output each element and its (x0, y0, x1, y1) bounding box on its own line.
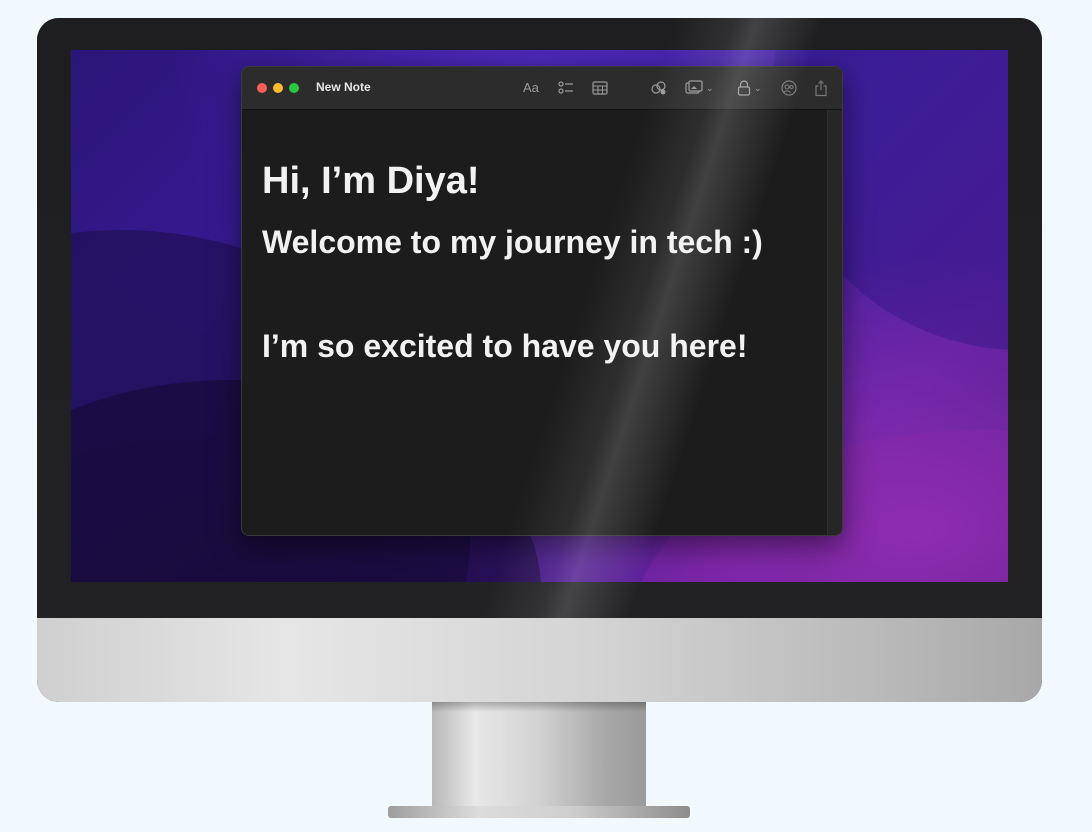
monitor-stand (432, 702, 646, 810)
collaborate-button[interactable] (780, 79, 798, 97)
media-button[interactable]: ⌄ (685, 79, 714, 97)
share-button[interactable] (814, 79, 828, 97)
table-icon (592, 81, 608, 95)
window-titlebar: New Note Aa ⌄ ⌄ (242, 67, 842, 110)
notes-window: New Note Aa ⌄ ⌄ Hi, I’m Diya! Welcome to… (241, 66, 843, 536)
collaborate-icon (781, 80, 797, 96)
note-line: Welcome to my journey in tech :) (262, 224, 763, 260)
monitor-chin (37, 618, 1042, 702)
lock-button[interactable]: ⌄ (737, 79, 762, 97)
checklist-button[interactable] (558, 79, 574, 97)
stand-shadow (432, 702, 646, 712)
window-title: New Note (316, 80, 371, 94)
minimize-window-button[interactable] (273, 83, 283, 93)
note-editor[interactable]: Hi, I’m Diya! Welcome to my journey in t… (242, 110, 828, 535)
table-button[interactable] (592, 79, 608, 97)
scrollbar[interactable] (827, 110, 842, 535)
share-icon (815, 79, 827, 96)
note-line: I’m so excited to have you here! (262, 328, 748, 364)
desktop-screen: New Note Aa ⌄ ⌄ Hi, I’m Diya! Welcome to… (71, 50, 1008, 582)
imac-monitor: New Note Aa ⌄ ⌄ Hi, I’m Diya! Welcome to… (37, 18, 1042, 702)
chevron-down-icon: ⌄ (754, 83, 762, 93)
stand-base (388, 806, 690, 818)
note-body[interactable]: Welcome to my journey in tech :) I’m so … (262, 216, 782, 372)
media-icon (685, 80, 703, 94)
close-window-button[interactable] (257, 83, 267, 93)
lock-icon (737, 80, 751, 96)
chevron-down-icon: ⌄ (706, 83, 714, 93)
format-text-label: Aa (523, 80, 539, 95)
checklist-icon (558, 81, 573, 94)
note-heading[interactable]: Hi, I’m Diya! (262, 160, 480, 203)
format-text-button[interactable]: Aa (523, 79, 539, 97)
link-collaborate-icon (651, 81, 666, 95)
link-collaborate-button[interactable] (650, 79, 668, 97)
zoom-window-button[interactable] (289, 83, 299, 93)
